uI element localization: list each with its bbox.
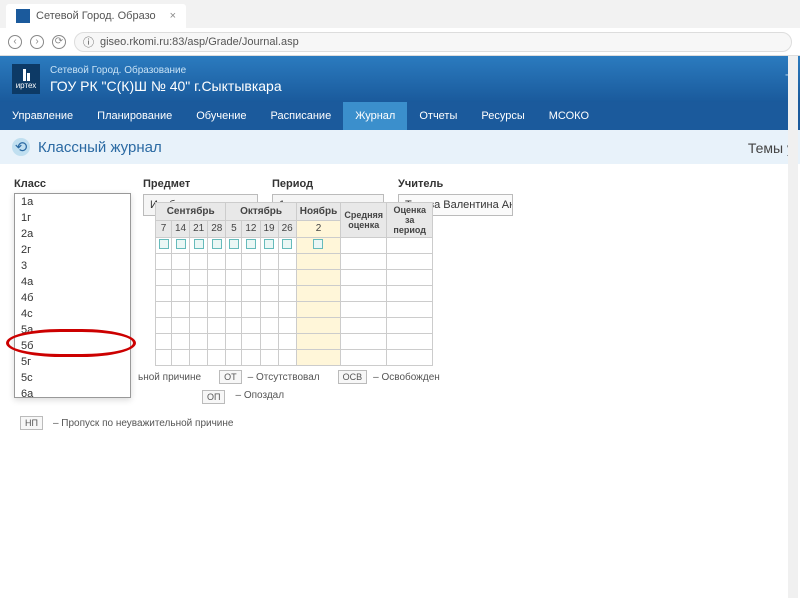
legend-row-1: ьной причине ОТ– Отсутствовал ОСВ– Освоб… [138,370,440,384]
day-header: 14 [172,220,190,238]
dropdown-option[interactable]: 3 [15,258,130,274]
checkbox[interactable] [313,239,323,249]
tab-favicon [16,9,30,23]
checkbox[interactable] [159,239,169,249]
day-header: 19 [260,220,278,238]
dropdown-option[interactable]: 5г [15,354,130,370]
nav-item-отчеты[interactable]: Отчеты [407,102,469,130]
close-icon[interactable]: × [170,10,176,22]
browser-tab-strip: Сетевой Город. Образо × [0,0,800,28]
nav-item-управление[interactable]: Управление [0,102,85,130]
legend-code: ОП [202,390,225,404]
dropdown-option[interactable]: 1г [15,210,130,226]
app-header: иртех Сетевой Город. Образование ГОУ РК … [0,56,800,102]
forward-icon[interactable]: › [30,35,44,49]
avg-header: Средняя оценка [341,203,387,238]
legend-code: НП [20,416,43,430]
dropdown-option[interactable]: 6а [15,386,130,398]
dropdown-option[interactable]: 5а [15,322,130,338]
dropdown-option[interactable]: 4б [15,290,130,306]
day-header: 12 [242,220,260,238]
subject-label: Предмет [143,178,258,190]
class-label: Класс [14,178,129,190]
address-bar: ‹ › ⟳ ⓘ giseo.rkomi.ru:83/asp/Grade/Jour… [0,28,800,56]
nav-item-расписание[interactable]: Расписание [259,102,344,130]
dropdown-option[interactable]: 2а [15,226,130,242]
url-field[interactable]: ⓘ giseo.rkomi.ru:83/asp/Grade/Journal.as… [74,32,792,52]
legend-code: ОТ [219,370,242,384]
day-header: 2 [296,220,340,238]
browser-tab[interactable]: Сетевой Город. Образо × [6,4,186,28]
legend-row-2: ОП – Опоздал [202,390,284,404]
month-header: Сентябрь [156,203,226,221]
nav-item-ресурсы[interactable]: Ресурсы [469,102,536,130]
day-header: 26 [278,220,296,238]
checkbox[interactable] [264,239,274,249]
checkbox[interactable] [212,239,222,249]
info-icon: ⓘ [83,34,94,50]
period-avg-header: Оценка за период [387,203,433,238]
back-icon[interactable]: ‹ [8,35,22,49]
app-logo: иртех [12,64,40,94]
back-arrow-icon[interactable]: ⟲ [12,138,30,156]
day-header: 21 [190,220,208,238]
checkbox[interactable] [246,239,256,249]
checkbox[interactable] [229,239,239,249]
month-header: Ноябрь [296,203,340,221]
url-text: giseo.rkomi.ru:83/asp/Grade/Journal.asp [100,36,299,48]
grade-calendar: Сентябрь Октябрь Ноябрь Средняя оценка О… [155,202,433,366]
nav-item-мсоко[interactable]: МСОКО [537,102,601,130]
dropdown-option[interactable]: 5б [15,338,130,354]
checkbox[interactable] [282,239,292,249]
page-title: Классный журнал [38,139,162,156]
org-name-small: Сетевой Город. Образование [50,65,282,76]
legend-row-3: НП – Пропуск по неуважительной причине [20,416,233,430]
class-dropdown-list[interactable]: 1а1г2а2г34а4б4с5а5б5г5с6а6б6с7а7б7с8а8б [14,193,131,398]
period-label: Период [272,178,384,190]
checkbox[interactable] [176,239,186,249]
legend-code: ОСВ [338,370,368,384]
month-header: Октябрь [226,203,296,221]
dropdown-option[interactable]: 1а [15,194,130,210]
day-header: 5 [226,220,242,238]
main-nav: УправлениеПланированиеОбучениеРасписание… [0,102,800,130]
nav-item-обучение[interactable]: Обучение [184,102,258,130]
teacher-label: Учитель [398,178,513,190]
dropdown-option[interactable]: 5с [15,370,130,386]
nav-item-журнал[interactable]: Журнал [343,102,407,130]
org-name-large: ГОУ РК "С(К)Ш № 40" г.Сыктывкара [50,78,282,94]
dropdown-option[interactable]: 4с [15,306,130,322]
dropdown-option[interactable]: 4а [15,274,130,290]
day-header: 28 [208,220,226,238]
nav-item-планирование[interactable]: Планирование [85,102,184,130]
checkbox[interactable] [194,239,204,249]
scrollbar[interactable] [788,56,798,598]
page-title-bar: ⟲ Классный журнал [0,130,800,164]
day-header: 7 [156,220,172,238]
dropdown-option[interactable]: 2г [15,242,130,258]
tab-title: Сетевой Город. Образо [36,10,156,22]
reload-icon[interactable]: ⟳ [52,35,66,49]
